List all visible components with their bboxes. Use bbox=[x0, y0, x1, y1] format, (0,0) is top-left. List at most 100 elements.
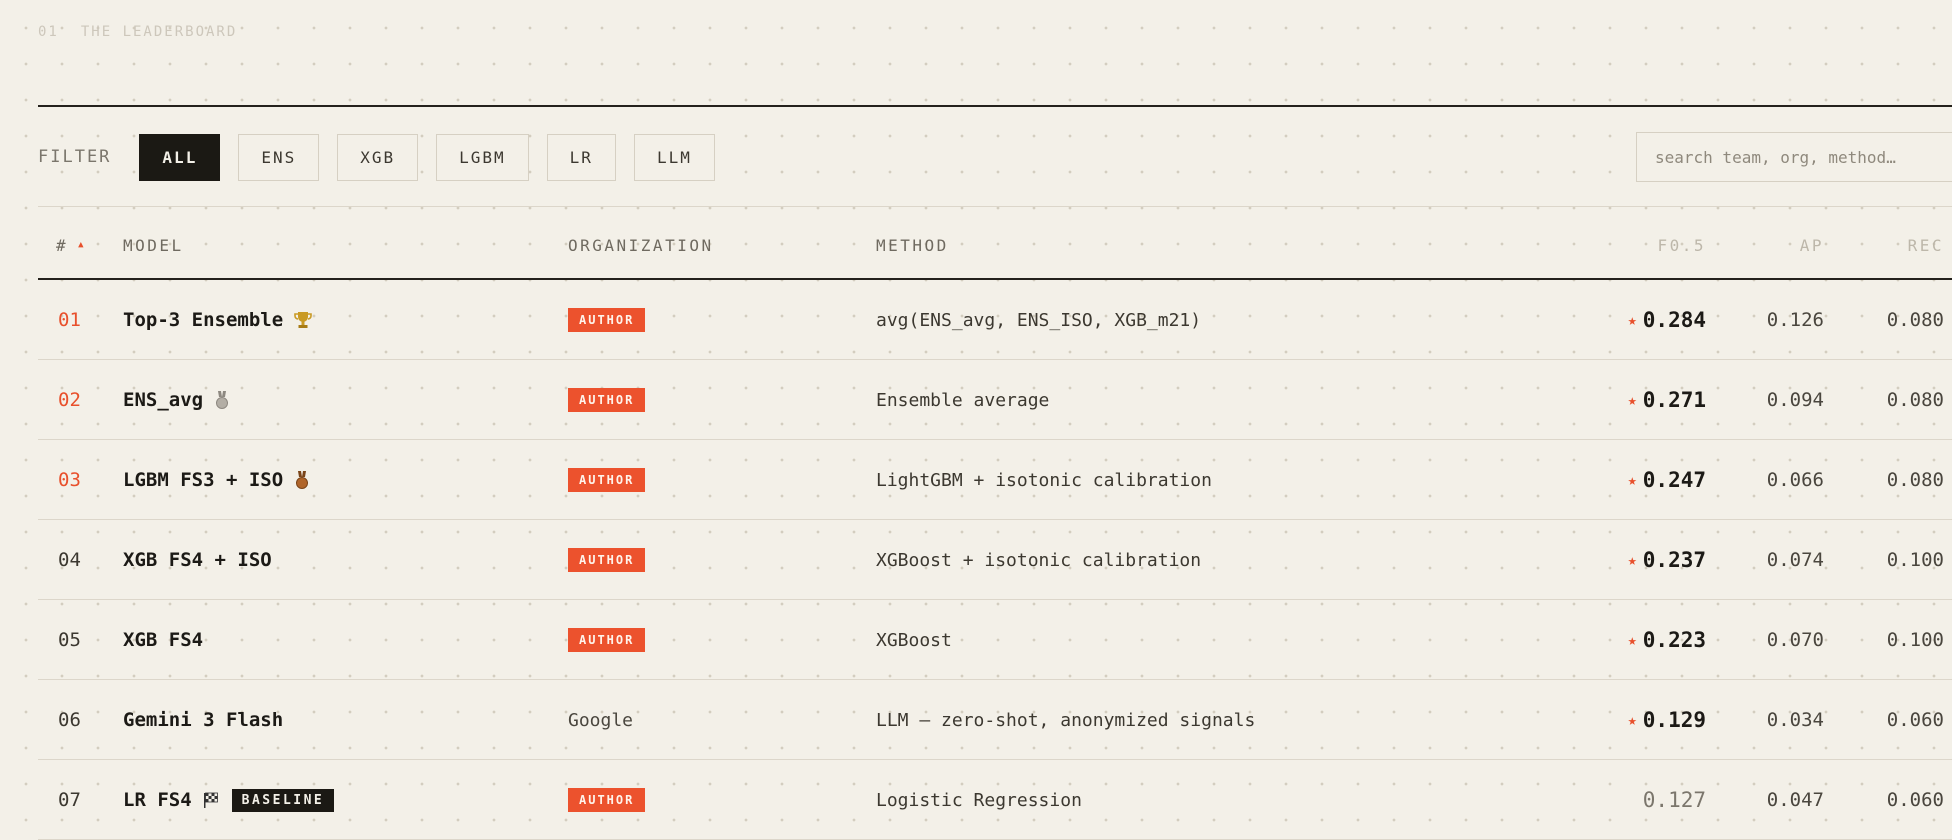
silver-medal-icon bbox=[213, 390, 231, 410]
table-row[interactable]: 02 ENS_avg AUTHOR Ensemble average ★ 0.27… bbox=[38, 360, 1952, 440]
row-method: XGBoost + isotonic calibration bbox=[876, 549, 1202, 571]
row-method: Logistic Regression bbox=[876, 789, 1082, 811]
row-ap: 0.047 bbox=[1766, 789, 1824, 811]
row-rank: 02 bbox=[58, 389, 81, 411]
row-method: avg(ENS_avg, ENS_ISO, XGB_m21) bbox=[876, 309, 1202, 331]
row-method: Ensemble average bbox=[876, 389, 1050, 411]
table-row[interactable]: 07 LR FS4 BASELINE AUTHOR Logistic Regre… bbox=[38, 760, 1952, 840]
row-f05: ★ 0.271 bbox=[1558, 360, 1706, 440]
row-method: LightGBM + isotonic calibration bbox=[876, 469, 1212, 491]
row-f05-value: 0.284 bbox=[1642, 308, 1706, 332]
search-input[interactable] bbox=[1655, 147, 1952, 167]
row-f05-value: 0.271 bbox=[1642, 388, 1706, 412]
star-icon: ★ bbox=[1627, 631, 1637, 649]
table-row[interactable]: 04 XGB FS4 + ISO AUTHOR XGBoost + isoton… bbox=[38, 520, 1952, 600]
row-model: ENS_avg bbox=[123, 360, 231, 440]
row-rank: 01 bbox=[58, 309, 81, 331]
star-icon: ★ bbox=[1627, 471, 1637, 489]
row-ap: 0.070 bbox=[1766, 629, 1824, 651]
author-badge: AUTHOR bbox=[568, 788, 646, 812]
row-method: LLM — zero-shot, anonymized signals bbox=[876, 709, 1256, 731]
row-f05: ★ 0.237 bbox=[1558, 520, 1706, 600]
trophy-icon bbox=[293, 310, 313, 330]
filter-label: FILTER bbox=[38, 147, 112, 167]
row-rec: 0.080 bbox=[1886, 309, 1944, 331]
search-box bbox=[1636, 132, 1952, 182]
table-header: # ▲ MODEL ORGANIZATION METHOD F0.5 AP REC bbox=[38, 218, 1952, 272]
filter-chip-all[interactable]: ALL bbox=[139, 133, 221, 181]
top-divider bbox=[38, 105, 1952, 107]
row-ap: 0.034 bbox=[1766, 709, 1824, 731]
column-header-rank[interactable]: # ▲ bbox=[56, 218, 86, 272]
star-icon: ★ bbox=[1627, 391, 1637, 409]
row-organization: AUTHOR bbox=[568, 360, 646, 440]
checkered-flag-icon bbox=[202, 791, 220, 809]
row-organization: AUTHOR bbox=[568, 280, 646, 360]
sort-ascending-icon: ▲ bbox=[78, 240, 87, 250]
column-header-organization[interactable]: ORGANIZATION bbox=[568, 218, 714, 272]
section-label: 01 THE LEADERBOARD bbox=[38, 24, 237, 40]
row-rec: 0.080 bbox=[1886, 389, 1944, 411]
row-rank: 06 bbox=[58, 709, 81, 731]
column-header-method[interactable]: METHOD bbox=[876, 218, 949, 272]
row-model-name: XGB FS4 + ISO bbox=[123, 549, 272, 571]
table-row[interactable]: 06 Gemini 3 Flash Google LLM — zero-shot… bbox=[38, 680, 1952, 760]
row-model: XGB FS4 + ISO bbox=[123, 520, 272, 600]
column-header-ap[interactable]: AP bbox=[1718, 218, 1824, 272]
section-number: 01 bbox=[38, 24, 59, 40]
baseline-badge: BASELINE bbox=[231, 788, 335, 812]
row-ap: 0.094 bbox=[1766, 389, 1824, 411]
filter-chip-llm[interactable]: LLM bbox=[633, 133, 715, 181]
column-header-model[interactable]: MODEL bbox=[123, 218, 184, 272]
row-rank: 04 bbox=[58, 549, 81, 571]
row-ap: 0.066 bbox=[1766, 469, 1824, 491]
row-f05-value: 0.223 bbox=[1642, 628, 1706, 652]
row-rec: 0.080 bbox=[1886, 469, 1944, 491]
row-organization: AUTHOR bbox=[568, 600, 646, 680]
column-header-rec[interactable]: REC bbox=[1838, 218, 1944, 272]
filter-chip-lgbm[interactable]: LGBM bbox=[436, 133, 529, 181]
star-icon: ★ bbox=[1627, 551, 1637, 569]
row-f05: ★ 0.129 bbox=[1558, 680, 1706, 760]
section-title: THE LEADERBOARD bbox=[80, 24, 238, 40]
table-row[interactable]: 03 LGBM FS3 + ISO AUTHOR LightGBM + isot… bbox=[38, 440, 1952, 520]
row-f05: 0.127 bbox=[1558, 760, 1706, 840]
row-model-name: LGBM FS3 + ISO bbox=[123, 469, 284, 491]
row-rank: 07 bbox=[58, 789, 81, 811]
filter-chip-lr[interactable]: LR bbox=[546, 133, 616, 181]
row-model: XGB FS4 bbox=[123, 600, 203, 680]
row-model: Top-3 Ensemble bbox=[123, 280, 313, 360]
row-model: LR FS4 BASELINE bbox=[123, 760, 335, 840]
author-badge: AUTHOR bbox=[568, 548, 646, 572]
row-f05-value: 0.247 bbox=[1642, 468, 1706, 492]
filter-divider bbox=[38, 206, 1952, 207]
table-row[interactable]: 05 XGB FS4 AUTHOR XGBoost ★ 0.223 0.070 0… bbox=[38, 600, 1952, 680]
star-icon: ★ bbox=[1627, 311, 1637, 329]
bronze-medal-icon bbox=[293, 470, 311, 490]
author-badge: AUTHOR bbox=[568, 388, 646, 412]
row-model-name: XGB FS4 bbox=[123, 629, 204, 651]
row-organization: Google bbox=[568, 709, 634, 731]
leaderboard-table-body: 01 Top-3 Ensemble AUTHOR avg(ENS_avg, EN… bbox=[38, 280, 1952, 840]
column-header-rank-label: # bbox=[56, 235, 69, 255]
row-model-name: ENS_avg bbox=[123, 389, 204, 411]
row-rec: 0.060 bbox=[1886, 709, 1944, 731]
row-rec: 0.100 bbox=[1886, 549, 1944, 571]
row-rec: 0.100 bbox=[1886, 629, 1944, 651]
row-method: XGBoost bbox=[876, 629, 952, 651]
author-badge: AUTHOR bbox=[568, 468, 646, 492]
filter-chip-ens[interactable]: ENS bbox=[238, 133, 320, 181]
author-badge: AUTHOR bbox=[568, 628, 646, 652]
row-f05: ★ 0.284 bbox=[1558, 280, 1706, 360]
filter-chip-xgb[interactable]: XGB bbox=[337, 133, 419, 181]
row-ap: 0.126 bbox=[1766, 309, 1824, 331]
row-model-name: Gemini 3 Flash bbox=[123, 709, 284, 731]
row-f05-value: 0.129 bbox=[1642, 708, 1706, 732]
row-organization: AUTHOR bbox=[568, 520, 646, 600]
row-organization: AUTHOR bbox=[568, 760, 646, 840]
row-rank: 03 bbox=[58, 469, 81, 491]
row-organization: AUTHOR bbox=[568, 440, 646, 520]
leaderboard-page: 01 THE LEADERBOARD FILTER ALL ENS XGB LGB… bbox=[0, 0, 1952, 840]
table-row[interactable]: 01 Top-3 Ensemble AUTHOR avg(ENS_avg, EN… bbox=[38, 280, 1952, 360]
column-header-f05[interactable]: F0.5 bbox=[1558, 218, 1706, 272]
